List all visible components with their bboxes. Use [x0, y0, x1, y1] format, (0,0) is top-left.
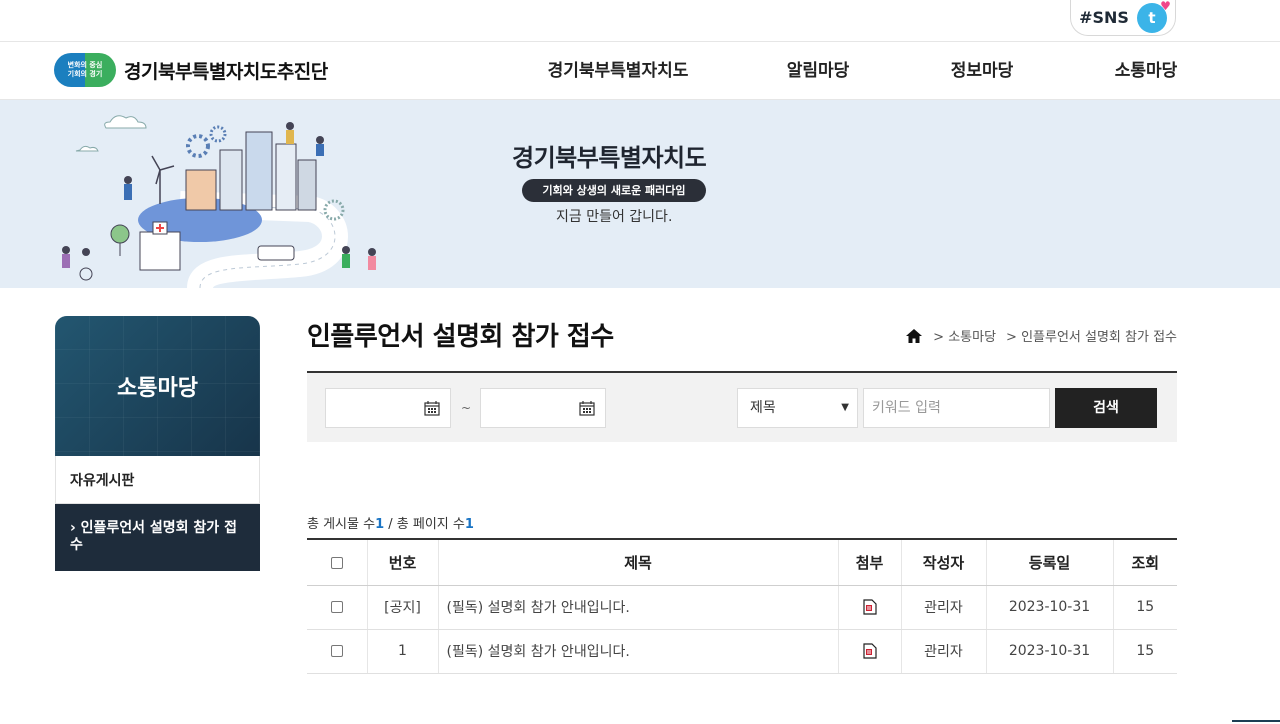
- attachment-file-icon[interactable]: [862, 599, 877, 615]
- logo-badge: 변화의 중심 기회의 경기: [54, 53, 116, 87]
- nav-item-special-self-governing[interactable]: 경기북부특별자치도: [500, 42, 736, 100]
- sidebar-item-influencer[interactable]: › 인플루언서 설명회 참가 접수: [55, 504, 260, 571]
- calendar-icon[interactable]: [424, 400, 440, 416]
- keyword-input[interactable]: 키워드 입력: [863, 388, 1050, 428]
- column-header: 번호: [366, 539, 438, 586]
- column-header: 작성자: [900, 539, 986, 586]
- util-bar: #SNS t ♥: [0, 0, 1280, 42]
- total-posts-label: 총 게시물 수: [307, 517, 376, 532]
- breadcrumb-item[interactable]: > 인플루언서 설명회 참가 접수: [1006, 326, 1177, 345]
- sidebar-item-label: 자유게시판: [70, 472, 135, 489]
- row-author: 관리자: [900, 585, 986, 630]
- row-checkbox[interactable]: [330, 645, 343, 657]
- row-views: 15: [1112, 585, 1177, 630]
- row-author: 관리자: [900, 629, 986, 674]
- sidebar: 소통마당 자유게시판 › 인플루언서 설명회 참가 접수: [55, 316, 260, 571]
- row-title-link[interactable]: (필독) 설명회 참가 안내입니다.: [437, 629, 838, 674]
- table-header-row: 번호 제목 첨부 작성자 등록일 조회: [307, 539, 1177, 586]
- table-row[interactable]: [공지] (필독) 설명회 참가 안내입니다. 관리자 2023-10-31 1…: [307, 585, 1177, 630]
- nav-item-info[interactable]: 정보마당: [900, 42, 1064, 100]
- select-all-cell: [307, 539, 367, 586]
- column-header: 조회: [1112, 539, 1177, 586]
- logo-badge-text: 변화의 중심 기회의 경기: [67, 61, 103, 78]
- row-select-cell: [307, 629, 367, 674]
- sidebar-item-label: › 인플루언서 설명회 참가 접수: [70, 520, 237, 553]
- banner-subtitle: 지금 만들어 갑니다.: [556, 209, 673, 225]
- logo-text: 경기북부특별자치도추진단: [124, 60, 328, 83]
- board-table: 번호 제목 첨부 작성자 등록일 조회 [공지] (필독) 설명회 참가 안내입…: [307, 538, 1177, 674]
- row-select-cell: [307, 585, 367, 630]
- search-box: ~ 제목 ▼ 키워드 입력 검색: [307, 371, 1177, 442]
- main-nav: 경기북부특별자치도 알림마당 정보마당 소통마당: [500, 42, 1228, 100]
- sns-icon: t ♥: [1136, 0, 1171, 33]
- column-header: 제목: [437, 539, 838, 586]
- keyword-placeholder: 키워드 입력: [872, 400, 941, 416]
- end-date-input[interactable]: [480, 388, 606, 428]
- nav-item-communication[interactable]: 소통마당: [1064, 42, 1228, 100]
- total-count: 총 게시물 수1 / 총 페이지 수1: [307, 513, 1177, 538]
- search-field-select[interactable]: 제목 ▼: [737, 388, 858, 428]
- table-row[interactable]: 1 (필독) 설명회 참가 안내입니다. 관리자 2023-10-31 15: [307, 629, 1177, 674]
- total-pages-label: / 총 페이지 수: [384, 517, 465, 532]
- select-value: 제목: [750, 400, 776, 416]
- row-views: 15: [1112, 629, 1177, 674]
- total-posts-value: 1: [375, 517, 385, 532]
- calendar-icon[interactable]: [579, 400, 595, 416]
- search-button[interactable]: 검색: [1055, 388, 1157, 428]
- sidebar-header: 소통마당: [55, 316, 260, 456]
- row-checkbox[interactable]: [330, 601, 343, 613]
- column-header: 등록일: [985, 539, 1113, 586]
- column-header: 첨부: [837, 539, 901, 586]
- row-number: [공지]: [366, 585, 438, 630]
- select-all-checkbox[interactable]: [330, 556, 343, 569]
- banner-pill: 기회와 상생의 새로운 패러다임: [522, 179, 706, 202]
- row-number: 1: [366, 629, 438, 674]
- hero-banner: 경기북부특별자치도 기회와 상생의 새로운 패러다임 지금 만들어 갑니다.: [0, 100, 1280, 288]
- breadcrumb-item[interactable]: > 소통마당: [933, 326, 996, 345]
- start-date-input[interactable]: [325, 388, 451, 428]
- attachment-cell: [837, 629, 901, 674]
- scroll-top-indicator: [1232, 720, 1280, 722]
- date-range-separator: ~: [461, 401, 472, 415]
- home-icon[interactable]: [905, 328, 923, 344]
- attachment-file-icon[interactable]: [862, 643, 877, 659]
- site-logo[interactable]: 변화의 중심 기회의 경기 경기북부특별자치도추진단: [54, 53, 328, 87]
- nav-item-notice[interactable]: 알림마당: [736, 42, 900, 100]
- chevron-down-icon: ▼: [841, 402, 849, 413]
- sns-button[interactable]: #SNS t ♥: [1070, 0, 1176, 36]
- breadcrumb: > 소통마당 > 인플루언서 설명회 참가 접수: [905, 326, 1177, 345]
- row-date: 2023-10-31: [985, 629, 1113, 674]
- sidebar-item-free-board[interactable]: 자유게시판: [55, 456, 260, 504]
- city-illustration: [62, 115, 376, 288]
- row-title-link[interactable]: (필독) 설명회 참가 안내입니다.: [437, 585, 838, 630]
- sidebar-title: 소통마당: [117, 376, 198, 401]
- sns-label: #SNS: [1079, 8, 1129, 27]
- total-pages-value: 1: [464, 517, 474, 532]
- main-content: 인플루언서 설명회 참가 접수 > 소통마당 > 인플루언서 설명회 참가 접수…: [307, 316, 1177, 674]
- attachment-cell: [837, 585, 901, 630]
- banner-title: 경기북부특별자치도: [512, 144, 707, 172]
- row-date: 2023-10-31: [985, 585, 1113, 630]
- header: 변화의 중심 기회의 경기 경기북부특별자치도추진단 경기북부특별자치도 알림마…: [0, 42, 1280, 100]
